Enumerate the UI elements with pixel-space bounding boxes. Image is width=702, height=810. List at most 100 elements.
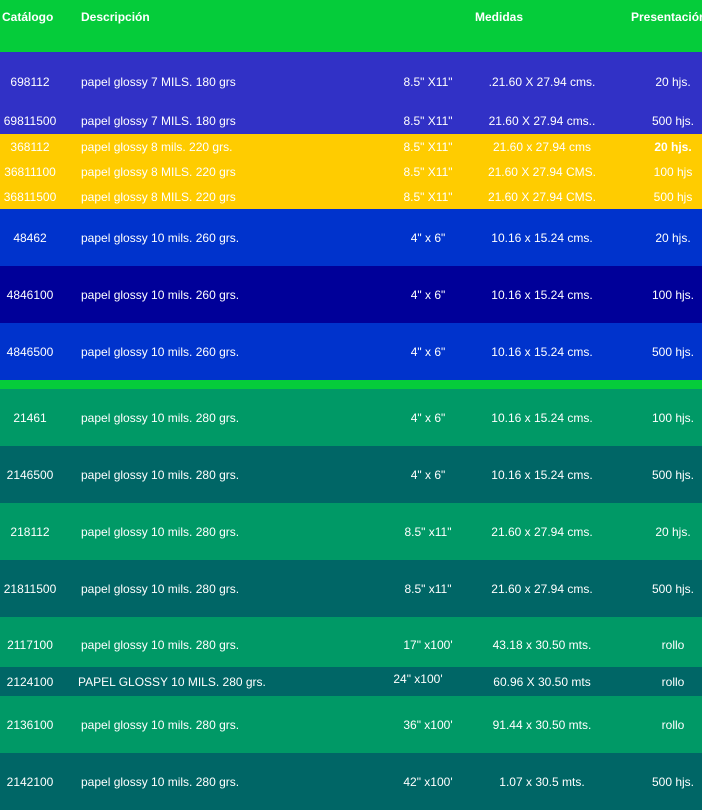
presentation-cell: rollo bbox=[661, 638, 685, 652]
catalog-cell: 4846100 bbox=[6, 287, 54, 302]
catalog-cell: 368112 bbox=[10, 139, 50, 154]
presentation-cell: 20 hjs. bbox=[655, 75, 691, 89]
description-cell: papel glossy 10 mils. 280 grs. bbox=[81, 581, 240, 596]
catalog-cell: 2124100 bbox=[6, 674, 54, 689]
measures-cell: 91.44 x 30.50 mts. bbox=[492, 717, 592, 732]
measures-cell: 10.16 x 15.24 cms. bbox=[491, 410, 593, 425]
measures-cell: 21.60 X 27.94 CMS. bbox=[487, 164, 597, 179]
description-cell: papel glossy 10 mils. 280 grs. bbox=[81, 774, 240, 789]
description-header: Descripción bbox=[81, 10, 150, 24]
presentation-header: Presentación bbox=[631, 10, 702, 24]
measures-cell: 10.16 x 15.24 cms. bbox=[491, 287, 593, 302]
size-cell: 42" x100' bbox=[403, 774, 453, 789]
table-row: 2136100 papel glossy 10 mils. 280 grs. 3… bbox=[0, 696, 702, 753]
catalog-cell: 21461 bbox=[13, 410, 47, 425]
table-row: 698112 papel glossy 7 MILS. 180 grs 8.5"… bbox=[0, 52, 702, 108]
description-cell: PAPEL GLOSSY 10 MILS. 280 grs. bbox=[78, 674, 266, 689]
presentation-cell: 500 hjs. bbox=[651, 114, 695, 128]
table-row: 36811100 papel glossy 8 MILS. 220 grs 8.… bbox=[0, 159, 702, 184]
table-row: 4846100 papel glossy 10 mils. 260 grs. 4… bbox=[0, 266, 702, 323]
size-cell: 36" x100' bbox=[403, 717, 453, 732]
description-cell: papel glossy 10 mils. 280 grs. bbox=[81, 717, 240, 732]
presentation-cell: 500 hjs bbox=[653, 189, 693, 204]
description-cell: papel glossy 8 mils. 220 grs. bbox=[81, 139, 233, 154]
presentation-cell: 20 hjs. bbox=[655, 230, 691, 245]
description-cell: papel glossy 10 mils. 260 grs. bbox=[81, 287, 240, 302]
presentation-cell: 100 hjs bbox=[653, 164, 693, 179]
size-cell: 8.5" X11" bbox=[403, 114, 453, 128]
table-row: 2146500 papel glossy 10 mils. 280 grs. 4… bbox=[0, 446, 702, 503]
catalog-cell: 36811100 bbox=[4, 164, 56, 179]
description-cell: papel glossy 8 MILS. 220 grs bbox=[81, 189, 236, 204]
presentation-cell: 100 hjs. bbox=[651, 410, 695, 425]
description-cell: papel glossy 8 MILS. 220 grs bbox=[81, 164, 236, 179]
measures-cell: 1.07 x 30.5 mts. bbox=[499, 774, 585, 789]
catalog-header: Catálogo bbox=[2, 10, 54, 24]
catalog-cell: 36811500 bbox=[3, 189, 57, 204]
table-row: 36811500 papel glossy 8 MILS. 220 grs 8.… bbox=[0, 184, 702, 209]
presentation-cell: 20 hjs. bbox=[654, 139, 692, 154]
size-cell: 17" x100' bbox=[403, 638, 453, 652]
measures-cell: 21.60 X 27.94 cms.. bbox=[488, 114, 596, 128]
catalog-cell: 2117100 bbox=[7, 638, 53, 652]
size-cell: 4" x 6" bbox=[410, 230, 446, 245]
presentation-cell: 500 hjs. bbox=[651, 774, 695, 789]
product-table: Catálogo Descripción Medidas Presentació… bbox=[0, 0, 702, 810]
catalog-cell: 2146500 bbox=[6, 467, 54, 482]
measures-cell: 21.60 x 27.94 cms. bbox=[491, 581, 593, 596]
section-divider bbox=[0, 380, 702, 389]
measures-cell: 21.60 X 27.94 CMS. bbox=[487, 189, 597, 204]
presentation-cell: 500 hjs. bbox=[651, 467, 695, 482]
catalog-cell: 218112 bbox=[10, 524, 50, 539]
description-cell: papel glossy 10 mils. 280 grs. bbox=[81, 524, 240, 539]
catalog-cell: 21811500 bbox=[3, 581, 57, 596]
table-header: Catálogo Descripción Medidas Presentació… bbox=[0, 0, 702, 52]
description-cell: papel glossy 10 mils. 260 grs. bbox=[81, 230, 240, 245]
table-row: 2124100 PAPEL GLOSSY 10 MILS. 280 grs. 2… bbox=[0, 667, 702, 696]
size-cell: 4" x 6" bbox=[410, 410, 446, 425]
size-cell: 8.5" x11" bbox=[404, 581, 452, 596]
table-row: 218112 papel glossy 10 mils. 280 grs. 8.… bbox=[0, 503, 702, 560]
size-cell: 8.5" x11" bbox=[404, 524, 452, 539]
table-row: 2117100 papel glossy 10 mils. 280 grs. 1… bbox=[0, 617, 702, 667]
size-cell: 24" x100' bbox=[393, 671, 443, 686]
size-cell: 8.5" X11" bbox=[403, 164, 453, 179]
size-cell: 8.5" X11" bbox=[403, 139, 453, 154]
description-cell: papel glossy 10 mils. 280 grs. bbox=[81, 638, 240, 652]
presentation-cell: rollo bbox=[661, 717, 685, 732]
table-row: 48462 papel glossy 10 mils. 260 grs. 4" … bbox=[0, 209, 702, 266]
size-cell: 8.5" X11" bbox=[403, 189, 453, 204]
catalog-cell: 2136100 bbox=[6, 717, 54, 732]
table-row: 21461 papel glossy 10 mils. 280 grs. 4" … bbox=[0, 389, 702, 446]
size-cell: 4" x 6" bbox=[410, 467, 446, 482]
measures-cell: 21.60 x 27.94 cms. bbox=[491, 524, 593, 539]
table-row: 2142100 papel glossy 10 mils. 280 grs. 4… bbox=[0, 753, 702, 810]
presentation-cell: 20 hjs. bbox=[655, 524, 691, 539]
description-cell: papel glossy 10 mils. 280 grs. bbox=[81, 410, 240, 425]
measures-cell: 10.16 x 15.24 cms. bbox=[491, 344, 593, 359]
measures-cell: 21.60 x 27.94 cms bbox=[492, 139, 592, 154]
catalog-cell: 4846500 bbox=[6, 344, 54, 359]
table-row: 368112 papel glossy 8 mils. 220 grs. 8.5… bbox=[0, 134, 702, 159]
measures-cell: 10.16 x 15.24 cms. bbox=[491, 230, 593, 245]
presentation-cell: rollo bbox=[661, 674, 685, 689]
table-row: 4846500 papel glossy 10 mils. 260 grs. 4… bbox=[0, 323, 702, 380]
presentation-cell: 500 hjs. bbox=[651, 581, 695, 596]
description-cell: papel glossy 10 mils. 280 grs. bbox=[81, 467, 240, 482]
size-cell: 4" x 6" bbox=[410, 287, 446, 302]
catalog-cell: 69811500 bbox=[3, 114, 57, 128]
description-cell: papel glossy 7 MILS. 180 grs bbox=[81, 114, 236, 128]
catalog-cell: 698112 bbox=[10, 75, 50, 89]
size-cell: 8.5" X11" bbox=[403, 75, 453, 89]
size-cell: 4" x 6" bbox=[410, 344, 446, 359]
catalog-cell: 2142100 bbox=[6, 774, 54, 789]
measures-cell: 60.96 X 30.50 mts bbox=[493, 674, 591, 689]
presentation-cell: 500 hjs. bbox=[651, 344, 695, 359]
description-cell: papel glossy 10 mils. 260 grs. bbox=[81, 344, 240, 359]
measures-cell: 43.18 x 30.50 mts. bbox=[492, 638, 592, 652]
catalog-cell: 48462 bbox=[13, 230, 47, 245]
table-row: 69811500 papel glossy 7 MILS. 180 grs 8.… bbox=[0, 108, 702, 134]
table-row: 21811500 papel glossy 10 mils. 280 grs. … bbox=[0, 560, 702, 617]
description-cell: papel glossy 7 MILS. 180 grs bbox=[81, 75, 236, 89]
measures-header: Medidas bbox=[475, 10, 524, 24]
